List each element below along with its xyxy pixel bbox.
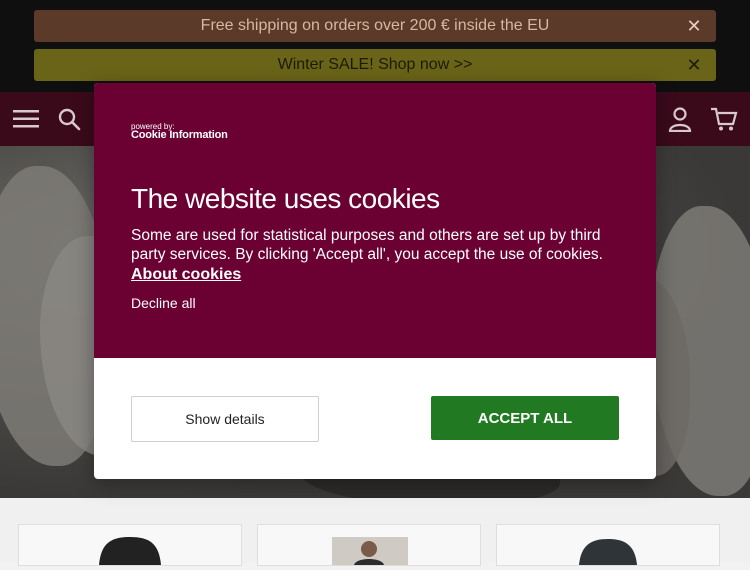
cookie-consent-dialog: powered by: Cookie Information The websi… — [94, 83, 656, 479]
powered-by-logo: powered by: Cookie Information — [131, 122, 228, 141]
accept-all-button[interactable]: ACCEPT ALL — [431, 396, 619, 440]
cookie-information-logo: Cookie Information — [131, 129, 228, 141]
cookie-dialog-description: Some are used for statistical purposes a… — [131, 227, 603, 263]
decline-all-button[interactable]: Decline all — [131, 295, 196, 311]
show-details-button[interactable]: Show details — [131, 396, 319, 442]
about-cookies-link[interactable]: About cookies — [131, 266, 241, 284]
cookie-dialog-header: powered by: Cookie Information The websi… — [94, 83, 656, 358]
cookie-dialog-title: The website uses cookies — [131, 183, 440, 214]
